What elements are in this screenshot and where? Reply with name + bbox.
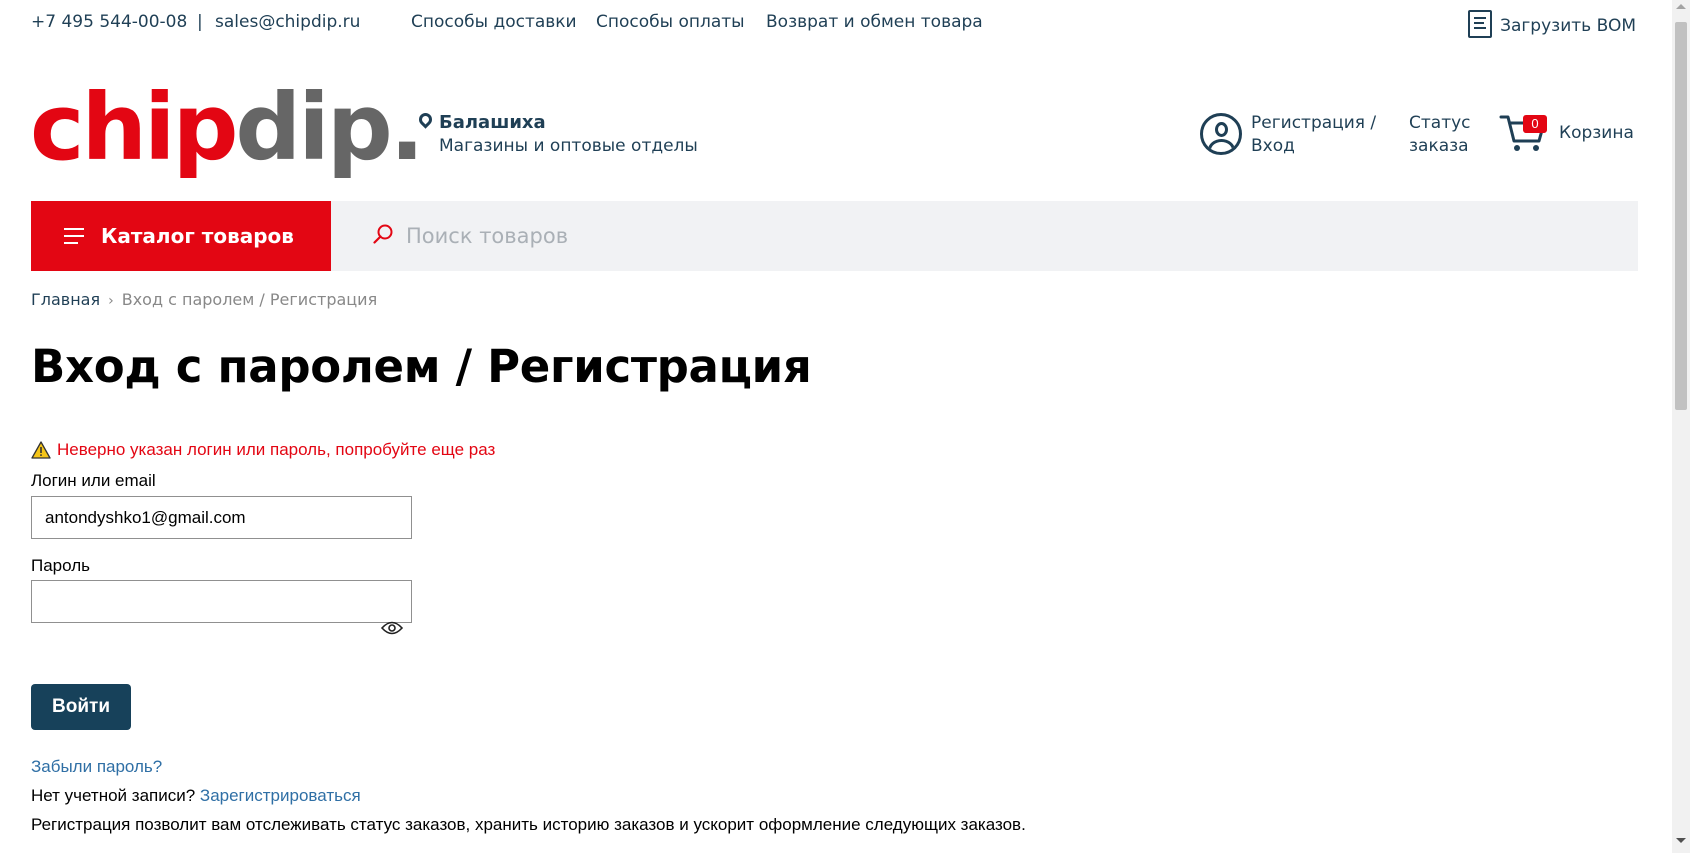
logo-dip: dip.: [235, 74, 424, 181]
forgot-password-row: Забыли пароль?: [31, 757, 162, 777]
delivery-methods-link[interactable]: Способы доставки: [411, 12, 577, 32]
breadcrumb-home[interactable]: Главная: [31, 290, 100, 309]
error-message: Неверно указан логин или пароль, попробу…: [31, 440, 495, 460]
city-selector[interactable]: Балашиха: [439, 112, 546, 133]
scroll-down-arrow-icon[interactable]: [1676, 838, 1686, 843]
scroll-up-arrow-icon[interactable]: [1676, 4, 1686, 9]
register-login-link[interactable]: Регистрация / Вход: [1251, 112, 1376, 158]
email-link[interactable]: sales@chipdip.ru: [215, 12, 360, 32]
top-bar: +7 495 544-00-08 | sales@chipdip.ru Спос…: [31, 10, 1636, 38]
register-link[interactable]: Зарегистрироваться: [200, 786, 361, 805]
catalog-label: Каталог товаров: [101, 224, 294, 248]
page-title: Вход с паролем / Регистрация: [31, 340, 812, 393]
user-icon[interactable]: [1200, 113, 1242, 155]
upload-bom-link[interactable]: Загрузить BOM: [1468, 10, 1636, 40]
auth-line-2: Вход: [1251, 136, 1295, 156]
error-text: Неверно указан логин или пароль, попробу…: [57, 440, 496, 459]
login-label: Логин или email: [31, 471, 156, 490]
search-bar: Каталог товаров: [31, 201, 1638, 271]
phone-number[interactable]: +7 495 544-00-08: [31, 12, 187, 32]
breadcrumb-current: Вход с паролем / Регистрация: [121, 290, 378, 309]
no-account-text: Нет учетной записи?: [31, 786, 196, 805]
breadcrumb-separator: ›: [108, 293, 114, 309]
cart-link[interactable]: Корзина: [1559, 123, 1634, 143]
stores-link[interactable]: Магазины и оптовые отделы: [439, 136, 698, 156]
auth-line-1: Регистрация /: [1251, 113, 1377, 133]
scrollbar[interactable]: [1672, 0, 1690, 853]
status-line-2: заказа: [1409, 136, 1469, 156]
login-button[interactable]: Войти: [31, 684, 131, 730]
search-input[interactable]: [406, 216, 1606, 256]
scroll-thumb[interactable]: [1675, 22, 1687, 410]
register-info: Регистрация позволит вам отслеживать ста…: [31, 815, 1026, 834]
upload-bom-label: Загрузить BOM: [1500, 16, 1636, 36]
warning-icon: [31, 441, 51, 459]
document-icon: [1468, 10, 1493, 38]
topbar-separator: |: [197, 12, 203, 32]
search-icon: [373, 224, 393, 244]
returns-link[interactable]: Возврат и обмен товара: [766, 12, 983, 32]
logo-chip: chip: [30, 74, 238, 181]
no-account-row: Нет учетной записи? Зарегистрироваться: [31, 786, 361, 806]
password-field[interactable]: [31, 580, 412, 623]
menu-icon: [64, 228, 84, 244]
login-field[interactable]: [31, 496, 412, 539]
payment-methods-link[interactable]: Способы оплаты: [596, 12, 745, 32]
catalog-button[interactable]: Каталог товаров: [31, 201, 331, 271]
forgot-password-link[interactable]: Забыли пароль?: [31, 757, 162, 776]
order-status-link[interactable]: Статус заказа: [1409, 112, 1471, 158]
status-line-1: Статус: [1409, 113, 1471, 133]
cart-count-badge: 0: [1523, 115, 1547, 133]
logo[interactable]: chipdip.: [30, 82, 425, 174]
eye-icon[interactable]: [381, 621, 403, 635]
breadcrumb: Главная › Вход с паролем / Регистрация: [31, 290, 377, 309]
password-label: Пароль: [31, 556, 90, 575]
